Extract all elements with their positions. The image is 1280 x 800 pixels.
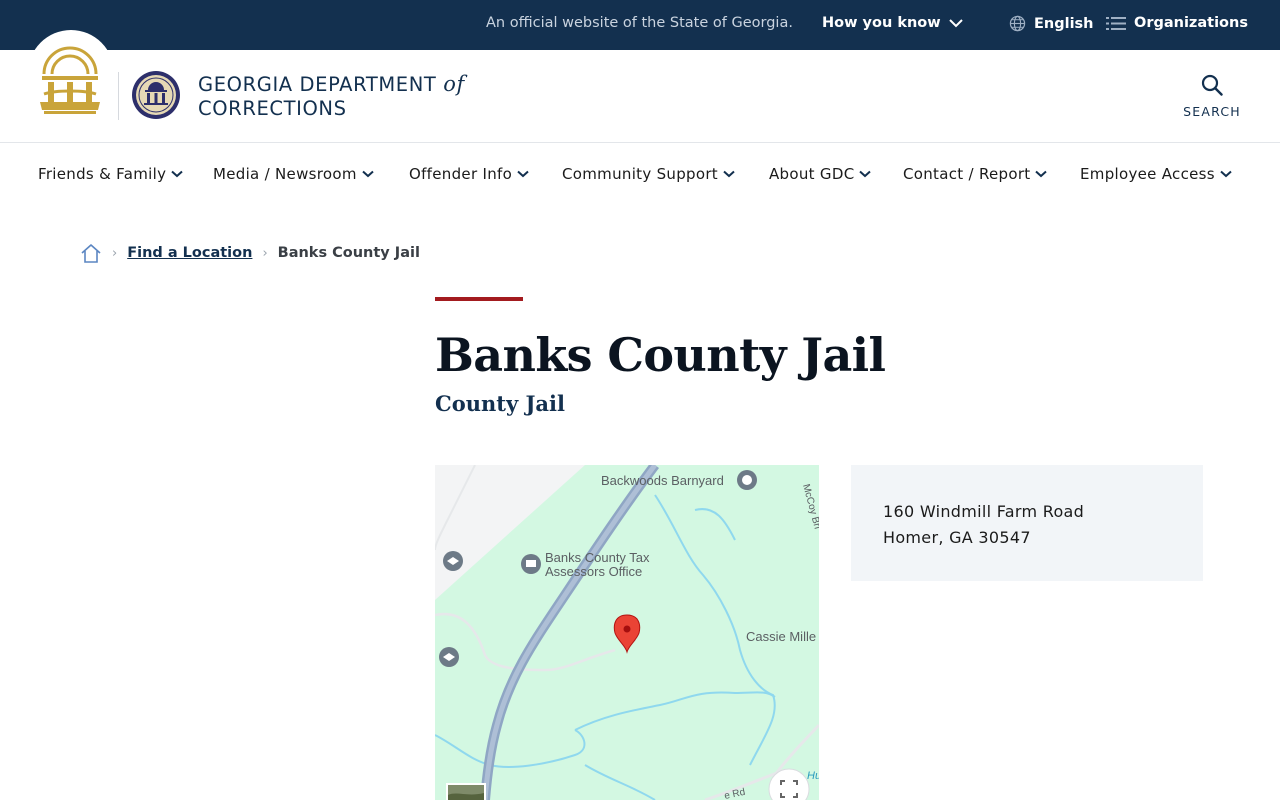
- nav-about-gdc[interactable]: About GDC: [769, 165, 872, 183]
- poi-pin-backwoods[interactable]: [737, 470, 757, 490]
- street-view-thumbnail[interactable]: [446, 783, 486, 800]
- map-label-backwoods: Backwoods Barnyard: [601, 473, 724, 488]
- organizations-label: Organizations: [1134, 15, 1248, 31]
- breadcrumb-current: Banks County Jail: [277, 245, 420, 261]
- home-icon[interactable]: [80, 243, 102, 264]
- nav-media-newsroom[interactable]: Media / Newsroom: [213, 165, 374, 183]
- chevron-down-icon: [1035, 170, 1048, 178]
- nav-item-label: Community Support: [562, 165, 718, 183]
- official-site-text: An official website of the State of Geor…: [486, 15, 793, 31]
- chevron-down-icon: [1220, 170, 1232, 178]
- poi-pin-school-2[interactable]: [439, 647, 459, 667]
- agency-name[interactable]: GEORGIA DEPARTMENT of CORRECTIONS: [198, 72, 465, 121]
- nav-employee-access[interactable]: Employee Access: [1080, 165, 1232, 183]
- nav-offender-info[interactable]: Offender Info: [409, 165, 529, 183]
- nav-community-support[interactable]: Community Support: [562, 165, 735, 183]
- search-label: SEARCH: [1183, 104, 1241, 119]
- organizations-button[interactable]: Organizations: [1106, 15, 1248, 31]
- language-label: English: [1034, 15, 1094, 32]
- agency-name-line1: GEORGIA DEPARTMENT: [198, 73, 437, 96]
- main-navigation: Friends & Family Media / Newsroom Offend…: [0, 143, 1280, 203]
- address-line2: Homer, GA 30547: [883, 528, 1031, 547]
- chevron-down-icon: [723, 170, 735, 178]
- nav-friends-family[interactable]: Friends & Family: [38, 165, 183, 183]
- nav-contact-report[interactable]: Contact / Report: [903, 165, 1048, 183]
- poi-pin-school[interactable]: [443, 551, 463, 571]
- page-subtitle: County Jail: [435, 391, 565, 416]
- address-card: 160 Windmill Farm Road Homer, GA 30547: [851, 465, 1203, 581]
- search-icon: [1201, 74, 1223, 96]
- page-title: Banks County Jail: [435, 328, 886, 382]
- how-you-know-button[interactable]: How you know: [822, 15, 963, 31]
- list-icon: [1106, 16, 1126, 30]
- globe-icon: [1009, 15, 1026, 32]
- logo-divider: [118, 72, 119, 120]
- map-label-cassie: Cassie Mille: [746, 629, 816, 644]
- gdc-seal-logo[interactable]: [131, 70, 181, 120]
- chevron-down-icon: [948, 19, 963, 28]
- chevron-right-icon: ›: [112, 245, 118, 261]
- nav-item-label: Friends & Family: [38, 165, 167, 183]
- agency-name-of: of: [443, 72, 465, 96]
- chevron-down-icon: [171, 170, 183, 178]
- nav-item-label: Offender Info: [409, 165, 513, 183]
- chevron-down-icon: [362, 170, 374, 178]
- address-line1: 160 Windmill Farm Road: [883, 502, 1085, 521]
- language-selector[interactable]: English: [1009, 15, 1094, 32]
- location-map[interactable]: Backwoods Barnyard Banks County Tax Asse…: [435, 465, 819, 800]
- nav-item-label: About GDC: [769, 165, 855, 183]
- map-label-tax-1: Banks County Tax: [545, 550, 650, 565]
- breadcrumb-find-a-location[interactable]: Find a Location: [127, 245, 252, 261]
- search-button[interactable]: SEARCH: [1178, 74, 1246, 122]
- map-canvas[interactable]: Backwoods Barnyard Banks County Tax Asse…: [435, 465, 819, 800]
- map-label-hu: Hu: [807, 770, 819, 782]
- breadcrumb: › Find a Location › Banks County Jail: [80, 241, 420, 265]
- site-header: [0, 50, 1280, 143]
- nav-item-label: Employee Access: [1080, 165, 1215, 183]
- poi-pin-tax-office[interactable]: [521, 554, 541, 574]
- chevron-right-icon: ›: [262, 245, 268, 261]
- georgia-state-seal-logo[interactable]: [38, 42, 102, 116]
- how-you-know-label: How you know: [822, 15, 941, 31]
- agency-name-line2: CORRECTIONS: [198, 97, 347, 120]
- nav-item-label: Contact / Report: [903, 165, 1031, 183]
- map-label-tax-2: Assessors Office: [545, 564, 642, 579]
- title-accent-bar: [435, 297, 523, 301]
- official-banner: An official website of the State of Geor…: [0, 0, 1280, 50]
- chevron-down-icon: [859, 170, 872, 178]
- chevron-down-icon: [517, 170, 529, 178]
- nav-item-label: Media / Newsroom: [213, 165, 357, 183]
